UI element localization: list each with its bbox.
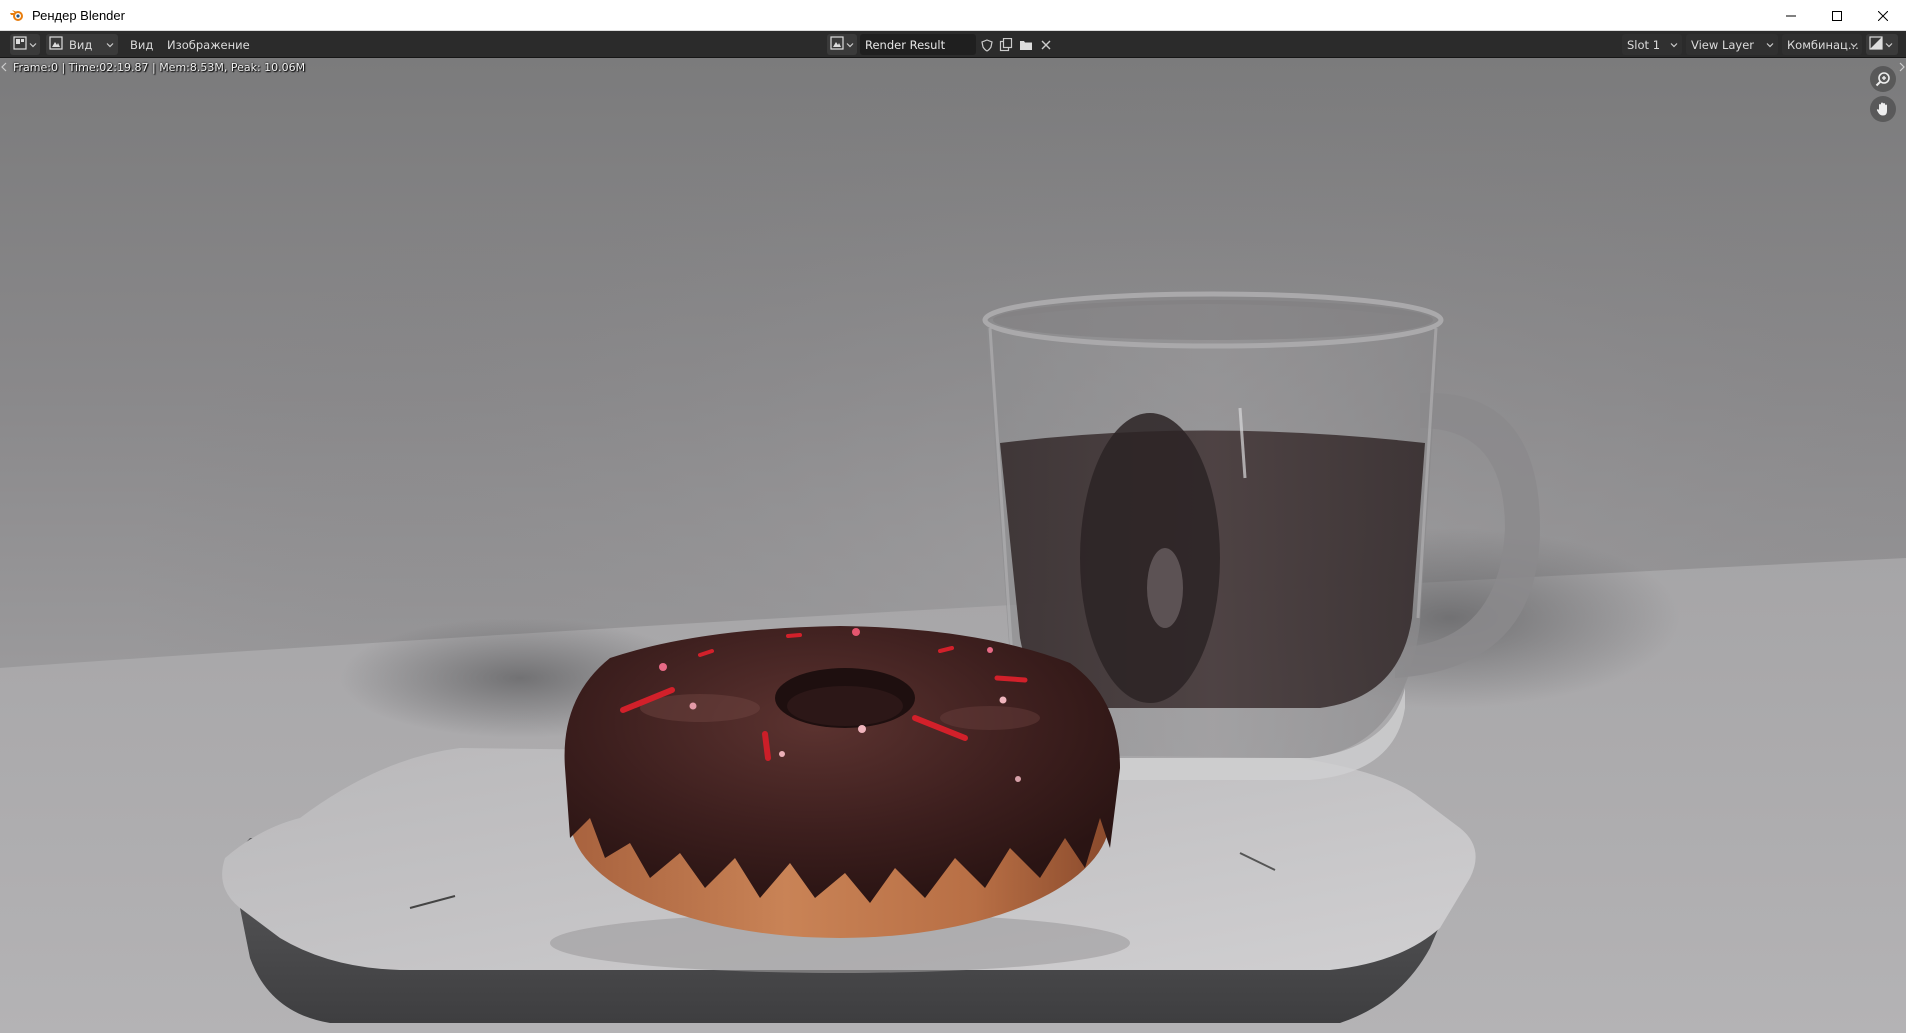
image-browse-button[interactable]	[827, 34, 857, 55]
image-mode-icon	[49, 36, 63, 53]
chevron-down-icon	[846, 38, 854, 52]
minimize-button[interactable]	[1768, 0, 1814, 31]
display-channels-icon	[1869, 36, 1883, 53]
chevron-down-icon	[1670, 38, 1678, 52]
slot-label: Slot 1	[1627, 37, 1661, 52]
image-editor-header: Вид Вид Изображение Render Result Slot 1…	[0, 31, 1906, 58]
image-browse-icon	[830, 36, 844, 53]
window-title: Рендер Blender	[32, 7, 125, 23]
image-editor-icon	[13, 36, 27, 53]
view-layer-label: View Layer	[1691, 37, 1755, 52]
view-layer-selector[interactable]: View Layer	[1686, 34, 1778, 55]
window-controls	[1768, 0, 1906, 31]
window-titlebar: Рендер Blender	[0, 0, 1906, 31]
render-result-image	[0, 58, 1906, 1033]
image-name-field[interactable]: Render Result	[860, 34, 976, 55]
folder-icon[interactable]	[1017, 36, 1035, 54]
chevron-down-icon	[29, 38, 37, 52]
display-channels-selector[interactable]	[1866, 34, 1898, 55]
slot-selector[interactable]: Slot 1	[1622, 34, 1682, 55]
view-mode-label: Вид	[69, 37, 93, 52]
new-image-icon[interactable]	[997, 36, 1015, 54]
chevron-down-icon	[1766, 38, 1774, 52]
menu-view[interactable]: Вид	[130, 34, 153, 55]
render-pass-selector[interactable]: Комбинац...	[1782, 34, 1862, 55]
region-toggle-right-icon[interactable]	[1898, 62, 1906, 72]
chevron-down-icon	[1850, 38, 1858, 52]
zoom-icon[interactable]	[1870, 66, 1896, 92]
render-stats: Frame:0 | Time:02:19.87 | Mem:8.53M, Pea…	[13, 61, 306, 74]
close-icon[interactable]	[1037, 36, 1055, 54]
view-mode-selector[interactable]: Вид	[46, 34, 118, 55]
chevron-down-icon	[1885, 38, 1893, 52]
render-pass-label: Комбинац...	[1787, 37, 1859, 52]
pan-hand-icon[interactable]	[1870, 96, 1896, 122]
maximize-button[interactable]	[1814, 0, 1860, 31]
close-button[interactable]	[1860, 0, 1906, 31]
render-viewport[interactable]: Frame:0 | Time:02:19.87 | Mem:8.53M, Pea…	[0, 58, 1906, 1033]
blender-logo-icon	[9, 7, 25, 23]
menu-image[interactable]: Изображение	[167, 34, 250, 55]
chevron-down-icon	[106, 38, 114, 52]
shield-icon[interactable]	[978, 36, 996, 54]
editor-type-selector[interactable]	[10, 34, 40, 55]
region-toggle-left-icon[interactable]	[0, 62, 8, 72]
